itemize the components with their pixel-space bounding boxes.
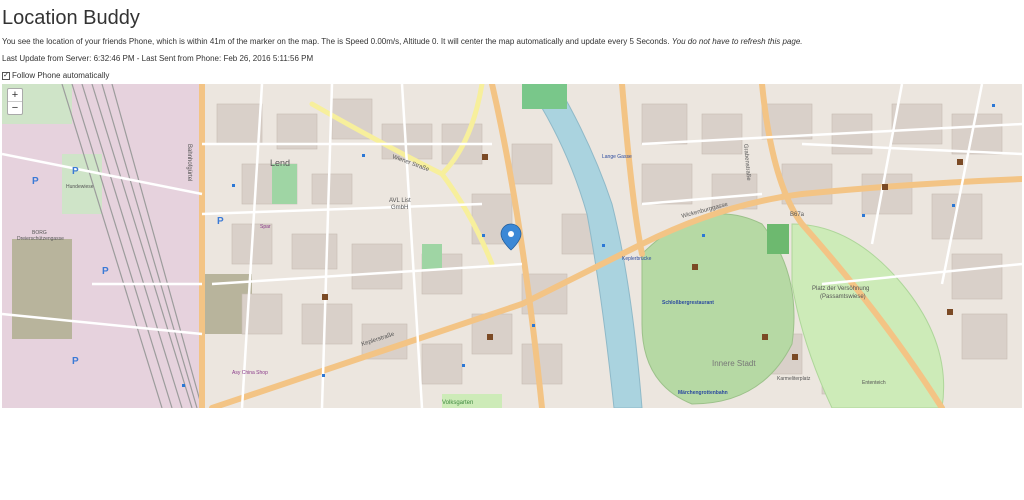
label-gmbh: GmbH: [391, 205, 408, 211]
cafe-icon: [792, 354, 798, 360]
zoom-in-button[interactable]: +: [8, 89, 22, 101]
label-volksgarten: Volksgarten: [442, 400, 473, 406]
zoom-out-button[interactable]: −: [8, 101, 22, 114]
follow-phone-checkbox[interactable]: ✓: [2, 71, 10, 80]
memorial-icon: [947, 309, 953, 315]
label-schlossbergrestaurant: Schloßbergrestaurant: [662, 300, 714, 306]
label-lange-gasse: Lange Gasse: [602, 154, 632, 160]
svg-text:P: P: [102, 266, 109, 277]
synagogue-icon: [482, 154, 488, 160]
church-icon: [322, 294, 328, 300]
label-platz-der-versoehnung: Platz der Versöhnung: [812, 286, 869, 292]
page: Location Buddy You see the location of y…: [0, 0, 1024, 80]
label-dreierschuetzengasse: Dreierschützengasse: [17, 236, 64, 242]
library-icon: [957, 159, 963, 165]
description-text: You see the location of your friends Pho…: [2, 37, 670, 46]
page-title: Location Buddy: [2, 7, 140, 29]
description: You see the location of your friends Pho…: [2, 37, 1024, 47]
small-park-3: [522, 84, 567, 109]
label-maerchengrottenbahn: Märchengrottenbahn: [678, 390, 728, 396]
label-avl: AVL List: [389, 198, 411, 204]
viewpoint-icon: [692, 264, 698, 270]
label-lend: Lend: [270, 158, 290, 168]
field-area: [12, 239, 72, 339]
label-innere-stadt: Innere Stadt: [712, 359, 756, 368]
cinema-icon: [882, 184, 888, 190]
label-keplerbruecke: Keplerbrücke: [622, 256, 652, 262]
label-asy-china-shop: Asy China Shop: [232, 370, 268, 376]
monument-icon: [762, 334, 768, 340]
shop-icon: [487, 334, 493, 340]
small-park-2: [422, 244, 442, 269]
update-status: Last Update from Server: 6:32:46 PM - La…: [2, 54, 314, 63]
svg-text:P: P: [72, 166, 79, 177]
follow-phone-label: Follow Phone automatically: [12, 71, 110, 80]
label-karmeliterplatz: Karmeliterplatz: [777, 376, 811, 382]
label-bahnhofguertel: Bahnhofgürtel: [186, 144, 192, 181]
map-canvas[interactable]: PPP PP Lend AVL List GmbH Hundewiese BOR…: [2, 84, 1022, 408]
label-hundewiese: Hundewiese: [66, 184, 94, 190]
label-spar: Spar: [260, 224, 271, 230]
follow-phone-option[interactable]: ✓ Follow Phone automatically: [2, 71, 1024, 80]
map[interactable]: PPP PP Lend AVL List GmbH Hundewiese BOR…: [2, 84, 1022, 408]
label-passamtswiese: (Passamtswiese): [820, 294, 866, 300]
label-ententeich: Ententeich: [862, 380, 886, 386]
svg-text:P: P: [32, 176, 39, 187]
svg-text:P: P: [72, 356, 79, 367]
small-park: [272, 164, 297, 204]
sports-field: [767, 224, 789, 254]
zoom-control: + −: [7, 88, 23, 115]
svg-text:P: P: [217, 216, 224, 227]
label-b67a: B67a: [790, 212, 805, 218]
description-note: You do not have to refresh this page.: [671, 37, 803, 46]
